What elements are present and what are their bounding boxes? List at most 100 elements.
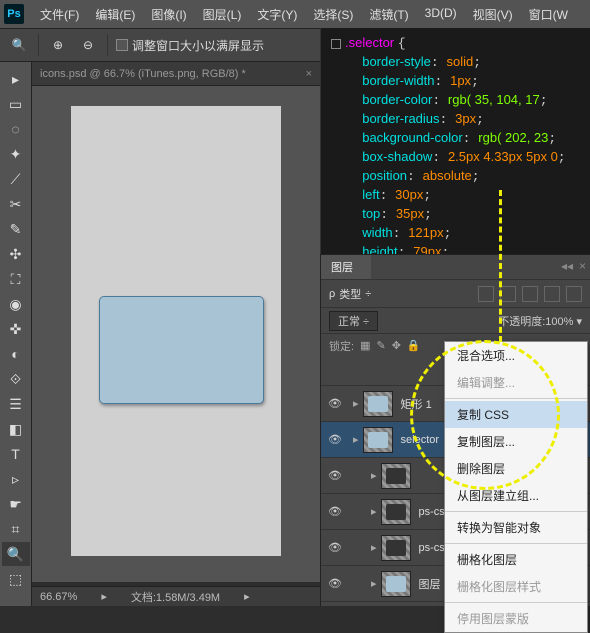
layer-thumbnail [363,427,393,453]
visibility-icon[interactable]: 👁 [321,505,349,518]
tool-button[interactable]: ⟋ [2,167,30,191]
collapse-icon[interactable]: ◂◂ [561,259,573,273]
blend-mode-dropdown[interactable]: 正常 ÷ [329,311,378,331]
menu-item[interactable]: 编辑(E) [87,6,143,23]
canvas[interactable] [71,106,281,556]
zoom-level[interactable]: 66.67% [40,591,77,603]
tool-button[interactable]: ◉ [2,292,30,316]
visibility-icon[interactable]: 👁 [321,433,349,446]
lock-all-icon[interactable]: 🔒 [407,339,421,352]
menu-separator [445,543,587,544]
chevron-icon[interactable]: ▸ [353,433,359,446]
fit-window-checkbox[interactable]: 调整窗口大小以满屏显示 [116,37,264,54]
filter-pixel-icon[interactable] [478,286,494,302]
visibility-icon[interactable]: 👁 [321,577,349,590]
tool-button[interactable]: ▸ [2,67,30,91]
context-menu-item[interactable]: 删除图层 [445,455,587,482]
menu-separator [445,511,587,512]
tool-button[interactable]: ✂ [2,192,30,216]
layer-filter-row: ρ 类型 ÷ [321,279,590,307]
menu-item[interactable]: 图层(L) [195,6,250,23]
context-menu-item[interactable]: 复制 CSS [445,401,587,428]
zoom-out-icon[interactable]: ⊖ [77,34,99,56]
menu-item[interactable]: 文字(Y) [249,6,305,23]
visibility-icon[interactable]: 👁 [321,541,349,554]
tool-button[interactable]: ▭ [2,92,30,116]
doc-info: 文档:1.58M/3.49M [131,589,220,605]
context-menu-item[interactable]: 从图层建立组... [445,482,587,509]
tool-button[interactable]: ⟐ [2,367,30,391]
layer-thumbnail [381,571,411,597]
filter-adjust-icon[interactable] [500,286,516,302]
tool-button[interactable]: ✣ [2,242,30,266]
lock-move-icon[interactable]: ✥ [392,339,401,352]
menu-item[interactable]: 视图(V) [465,6,521,23]
filter-text-icon[interactable] [522,286,538,302]
context-menu-item: 停用图层蒙版 [445,605,587,632]
context-menu-item[interactable]: 混合选项... [445,342,587,369]
zoom-in-icon[interactable]: ⊕ [47,34,69,56]
menu-separator [445,398,587,399]
tool-button[interactable]: ✦ [2,142,30,166]
css-code-panel: .selector { border-style: solid; border-… [320,28,590,254]
layer-context-menu: 混合选项...编辑调整...复制 CSS复制图层...删除图层从图层建立组...… [444,341,588,633]
close-icon[interactable]: × [579,259,586,273]
toolbox: ▸▭◌✦⟋✂✎✣⛶◉✜◐⟐☰◧T▹☛⌗🔍⬚ [0,62,32,606]
panel-controls: ◂◂ × [561,259,586,273]
document-tab[interactable]: icons.psd @ 66.7% (iTunes.png, RGB/8) * … [32,62,320,86]
tool-button[interactable]: ☰ [2,392,30,416]
menu-item[interactable]: 3D(D) [417,6,465,23]
menu-item[interactable]: 窗口(W [521,6,576,23]
menu-bar: Ps 文件(F)编辑(E)图像(I)图层(L)文字(Y)选择(S)滤镜(T)3D… [0,0,590,28]
canvas-background [32,86,320,582]
menu-item[interactable]: 图像(I) [143,6,194,23]
checkbox-icon [116,39,128,51]
context-menu-item[interactable]: 转换为智能对象 [445,514,587,541]
menu-item[interactable]: 选择(S) [305,6,361,23]
lock-paint-icon[interactable]: ✎ [376,339,385,352]
layer-thumbnail [363,391,393,417]
fit-window-label: 调整窗口大小以满屏显示 [132,37,264,54]
filter-smart-icon[interactable] [566,286,582,302]
tool-button[interactable]: 🔍 [2,542,30,566]
tool-button[interactable]: ◌ [2,117,30,141]
menu-item[interactable]: 滤镜(T) [361,6,416,23]
opacity-label: 不透明度:100% ▾ [498,313,582,329]
context-menu-item: 栅格化图层样式 [445,573,587,600]
visibility-icon[interactable]: 👁 [321,469,349,482]
tool-button[interactable]: T [2,442,30,466]
tool-button[interactable]: ◐ [2,342,30,366]
tool-button[interactable]: ⌗ [2,517,30,541]
filter-shape-icon[interactable] [544,286,560,302]
tool-button[interactable]: ⛶ [2,267,30,291]
tool-button[interactable]: ✜ [2,317,30,341]
status-bar: 66.67% ▸ 文档:1.58M/3.49M ▸ [32,586,320,606]
filter-type-dropdown[interactable]: ρ 类型 ÷ [329,286,371,302]
menu-item[interactable]: 文件(F) [32,6,87,23]
layer-thumbnail [381,463,411,489]
tool-button[interactable]: ▹ [2,467,30,491]
lock-pixels-icon[interactable]: ▦ [360,339,370,352]
layers-tab[interactable]: 图层 [321,255,371,279]
tool-button[interactable]: ✎ [2,217,30,241]
chevron-icon[interactable]: ▸ [371,541,377,554]
chevron-icon[interactable]: ▸ [371,469,377,482]
layer-thumbnail [381,535,411,561]
chevron-icon[interactable]: ▸ [371,505,377,518]
close-icon[interactable]: × [306,68,312,80]
tool-button[interactable]: ☛ [2,492,30,516]
zoom-icon[interactable]: 🔍 [8,34,30,56]
shape-rectangle[interactable] [99,296,264,404]
layer-name: selector [401,434,440,446]
tool-button[interactable]: ⬚ [2,567,30,591]
layer-thumbnail [381,499,411,525]
visibility-icon[interactable]: 👁 [321,397,349,410]
divider [107,34,108,56]
tool-button[interactable]: ◧ [2,417,30,441]
workspace: ▸▭◌✦⟋✂✎✣⛶◉✜◐⟐☰◧T▹☛⌗🔍⬚ icons.psd @ 66.7% … [0,62,320,606]
menu-separator [445,602,587,603]
chevron-icon[interactable]: ▸ [353,397,359,410]
chevron-icon[interactable]: ▸ [371,577,377,590]
context-menu-item[interactable]: 栅格化图层 [445,546,587,573]
context-menu-item[interactable]: 复制图层... [445,428,587,455]
